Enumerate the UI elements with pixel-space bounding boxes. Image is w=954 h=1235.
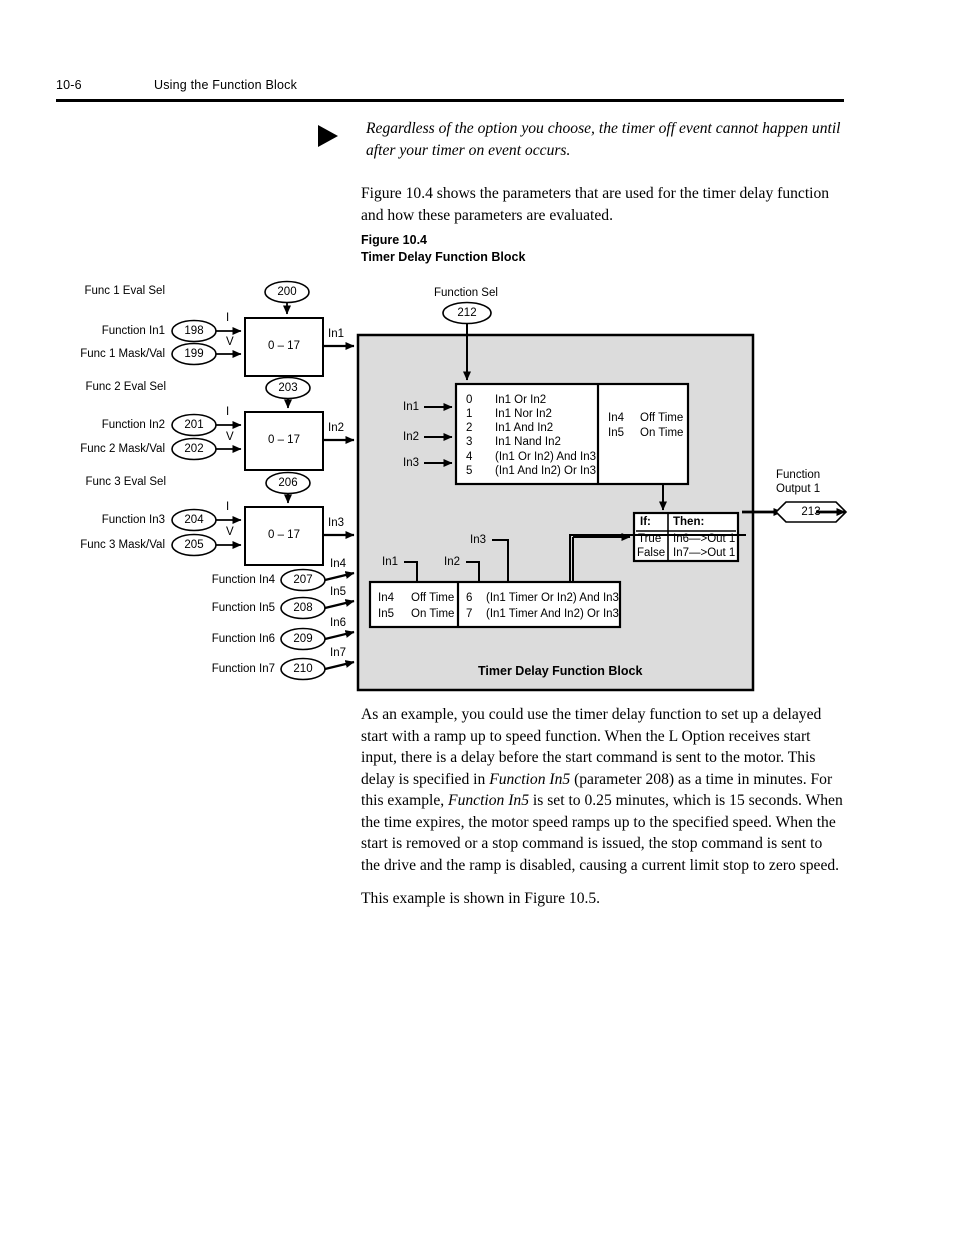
function-sel-label: Function Sel bbox=[434, 287, 498, 299]
func3-i-marker: I bbox=[226, 501, 230, 513]
logic-row-code-4: 4 bbox=[466, 451, 473, 463]
func3-eval-sel-param: 206 bbox=[278, 477, 298, 489]
logic-input-in2: In2 bbox=[403, 431, 419, 443]
then-action-false: In7—>Out 1 bbox=[673, 547, 736, 559]
timer-tap-in2: In2 bbox=[444, 556, 460, 568]
timer-delay-figure: Func 1 Eval Sel 200 Function In1 198 Fun… bbox=[0, 270, 954, 700]
logic-row-expr-5: (In1 And In2) Or In3 bbox=[495, 465, 597, 477]
func1-eval-sel-param: 200 bbox=[277, 286, 297, 298]
function-in2-label: Function In2 bbox=[101, 419, 165, 431]
intro-paragraph: Figure 10.4 shows the parameters that ar… bbox=[361, 185, 830, 224]
func2-mask-val-label: Func 2 Mask/Val bbox=[80, 443, 165, 455]
running-header: 10-6 Using the Function Block bbox=[56, 78, 844, 104]
page-number: 10-6 bbox=[56, 78, 82, 92]
function-in7-label: Function In7 bbox=[211, 663, 275, 675]
in4-signal-label: In4 bbox=[330, 558, 346, 570]
logic-row-expr-4: (In1 Or In2) And In3 bbox=[495, 451, 597, 463]
func1-mask-val-param: 199 bbox=[184, 348, 204, 360]
func1-i-marker: I bbox=[226, 312, 230, 324]
logic-row-code-2: 2 bbox=[466, 422, 473, 434]
note-text: Regardless of the option you choose, the… bbox=[366, 120, 841, 159]
figure-caption: Figure 10.4 Timer Delay Function Block bbox=[361, 232, 525, 266]
timer-row-expr-7: (In1 Timer And In2) Or In3 bbox=[486, 608, 619, 620]
func2-eval-sel-param: 203 bbox=[278, 382, 298, 394]
timer-table-expr-on: On Time bbox=[411, 608, 455, 620]
timer-table-signal-in4: In4 bbox=[378, 592, 394, 604]
in5-signal-label: In5 bbox=[330, 586, 346, 598]
func1-v-marker: V bbox=[226, 336, 234, 348]
example-em-2: Function In5 bbox=[448, 792, 530, 809]
function-output-label-line1: Function bbox=[776, 469, 821, 481]
func3-mask-val-param: 205 bbox=[184, 539, 204, 551]
func2-mask-val-param: 202 bbox=[184, 443, 204, 455]
then-column-header: Then: bbox=[673, 516, 705, 528]
func2-output-signal: In2 bbox=[328, 422, 344, 434]
function-in4-param: 207 bbox=[293, 574, 313, 586]
timer-tap-in1: In1 bbox=[382, 556, 398, 568]
timer-table-expr-off: Off Time bbox=[411, 592, 455, 604]
logic-timer-signal-in5: In5 bbox=[608, 427, 624, 439]
logic-row-expr-2: In1 And In2 bbox=[495, 422, 554, 434]
logic-row-expr-1: In1 Nor In2 bbox=[495, 408, 552, 420]
function-sel-param: 212 bbox=[457, 307, 477, 319]
chapter-title: Using the Function Block bbox=[154, 78, 298, 92]
logic-row-code-5: 5 bbox=[466, 465, 473, 477]
func3-output-signal: In3 bbox=[328, 517, 344, 529]
in6-signal-label: In6 bbox=[330, 617, 346, 629]
figure-title: Timer Delay Function Block bbox=[361, 250, 526, 264]
triangle-bullet-icon bbox=[318, 125, 338, 147]
func2-eval-sel-label: Func 2 Eval Sel bbox=[85, 381, 166, 393]
function-in6-label: Function In6 bbox=[211, 633, 275, 645]
function-in3-param: 204 bbox=[184, 514, 204, 526]
logic-row-expr-3: In1 Nand In2 bbox=[495, 436, 561, 448]
func2-i-marker: I bbox=[226, 406, 230, 418]
function-in5-label: Function In5 bbox=[211, 602, 275, 614]
function-in5-param: 208 bbox=[293, 602, 313, 614]
function-in4-label: Function In4 bbox=[211, 574, 275, 586]
func3-mask-val-label: Func 3 Mask/Val bbox=[80, 539, 165, 551]
func3-v-marker: V bbox=[226, 526, 234, 538]
timer-table-signal-in5: In5 bbox=[378, 608, 394, 620]
func3-eval-sel-label: Func 3 Eval Sel bbox=[85, 476, 166, 488]
func2-range: 0 – 17 bbox=[268, 434, 300, 446]
then-action-true: In6—>Out 1 bbox=[673, 533, 736, 545]
closing-paragraph: This example is shown in Figure 10.5. bbox=[361, 890, 601, 907]
logic-row-expr-0: In1 Or In2 bbox=[495, 394, 547, 406]
function-in3-label: Function In3 bbox=[101, 514, 165, 526]
timer-row-code-6: 6 bbox=[466, 592, 473, 604]
function-in6-param: 209 bbox=[293, 633, 313, 645]
func1-eval-sel-label: Func 1 Eval Sel bbox=[84, 285, 165, 297]
in7-signal-label: In7 bbox=[330, 647, 346, 659]
timer-delay-block-title: Timer Delay Function Block bbox=[478, 664, 643, 678]
func1-mask-val-label: Func 1 Mask/Val bbox=[80, 348, 165, 360]
if-column-header: If: bbox=[640, 516, 651, 528]
timer-row-code-7: 7 bbox=[466, 608, 473, 620]
header-rule bbox=[56, 99, 844, 102]
logic-row-code-0: 0 bbox=[466, 394, 473, 406]
func3-range: 0 – 17 bbox=[268, 529, 300, 541]
logic-timer-expr-on: On Time bbox=[640, 427, 684, 439]
if-cond-false: False bbox=[637, 547, 666, 559]
logic-input-in3: In3 bbox=[403, 457, 419, 469]
figure-number: Figure 10.4 bbox=[361, 233, 427, 247]
timer-row-expr-6: (In1 Timer Or In2) And In3 bbox=[486, 592, 619, 604]
logic-timer-signal-in4: In4 bbox=[608, 412, 624, 424]
function-output-param: 213 bbox=[801, 506, 821, 518]
example-paragraph: As an example, you could use the timer d… bbox=[361, 704, 843, 876]
logic-timer-expr-off: Off Time bbox=[640, 412, 684, 424]
if-cond-true: True bbox=[638, 533, 662, 545]
logic-row-code-3: 3 bbox=[466, 436, 473, 448]
function-in1-param: 198 bbox=[184, 325, 204, 337]
logic-input-in1: In1 bbox=[403, 401, 419, 413]
timer-tap-in3: In3 bbox=[470, 534, 486, 546]
func2-v-marker: V bbox=[226, 431, 234, 443]
func1-range: 0 – 17 bbox=[268, 340, 300, 352]
function-output-label-line2: Output 1 bbox=[776, 483, 821, 495]
example-em-1: Function In5 bbox=[489, 770, 571, 788]
logic-row-code-1: 1 bbox=[466, 408, 473, 420]
func1-output-signal: In1 bbox=[328, 328, 344, 340]
function-in2-param: 201 bbox=[184, 419, 204, 431]
function-in7-param: 210 bbox=[293, 663, 313, 675]
function-in1-label: Function In1 bbox=[101, 325, 165, 337]
